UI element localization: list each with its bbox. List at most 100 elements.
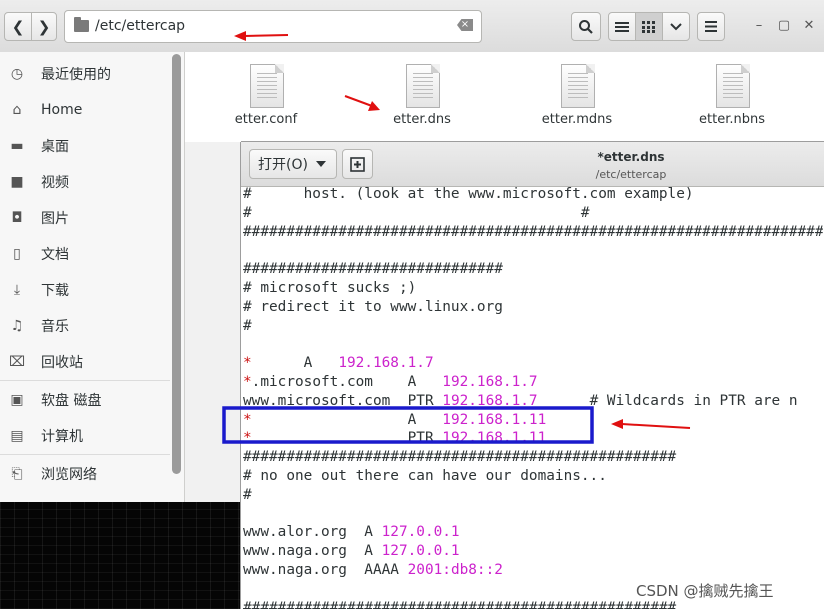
search-icon bbox=[579, 19, 593, 34]
location-path[interactable]: /etc/ettercap bbox=[95, 18, 185, 34]
text-editor-window: 打开(O) *etter.dns /etc/ettercap # host. (… bbox=[241, 142, 824, 609]
sidebar-item-label: 计算机 bbox=[41, 429, 83, 445]
sidebar-item-recent[interactable]: ◷ 最近使用的 bbox=[0, 60, 170, 88]
chevron-right-icon: ❯ bbox=[37, 17, 51, 36]
minimize-icon[interactable]: – bbox=[748, 14, 770, 36]
code-line: ########################################… bbox=[243, 599, 676, 609]
maximize-icon[interactable]: ▢ bbox=[773, 14, 795, 36]
code-line: # bbox=[243, 317, 252, 336]
sidebar-item-label: 浏览网络 bbox=[41, 467, 97, 483]
code-text: # host. (look at the www.microsoft.com e… bbox=[243, 186, 694, 202]
watermark: CSDN @擒贼先擒王 bbox=[636, 582, 774, 600]
back-button[interactable]: ❮ bbox=[4, 12, 32, 41]
sidebar-item-computer[interactable]: ▤ 计算机 bbox=[0, 422, 170, 450]
open-button[interactable]: 打开(O) bbox=[249, 149, 337, 179]
code-line: * A 192.168.1.11 bbox=[243, 411, 546, 430]
clear-icon[interactable]: × bbox=[457, 19, 473, 31]
sidebar-item-desktop[interactable]: ▬ 桌面 bbox=[0, 132, 170, 160]
sidebar-item-pictures[interactable]: ◘ 图片 bbox=[0, 204, 170, 232]
ip-address: 127.0.0.1 bbox=[381, 543, 460, 560]
network-icon: ⎗ bbox=[11, 466, 23, 482]
code-line: # bbox=[243, 486, 252, 505]
folder-icon: ▬ bbox=[10, 138, 24, 154]
wildcard-star: * bbox=[243, 374, 252, 390]
camera-icon: ◘ bbox=[11, 210, 23, 226]
header-bar: ❮ ❯ /etc/ettercap × – ▢ ✕ bbox=[0, 0, 824, 53]
code-line: ########################################… bbox=[243, 223, 823, 242]
code-text: # # bbox=[243, 204, 590, 221]
hamburger-icon bbox=[705, 21, 717, 32]
chevron-left-icon: ❮ bbox=[11, 17, 25, 36]
sidebar-divider bbox=[0, 380, 170, 381]
disk-icon: ▣ bbox=[10, 392, 24, 408]
sidebar-item-label: 视频 bbox=[41, 175, 69, 191]
file-item[interactable]: etter.dns bbox=[362, 60, 482, 136]
document-icon: ▯ bbox=[13, 246, 21, 262]
sidebar-item-label: 最近使用的 bbox=[41, 67, 111, 83]
sidebar-item-music[interactable]: ♫ 音乐 bbox=[0, 312, 170, 340]
file-item[interactable]: etter.conf bbox=[206, 60, 326, 136]
code-line: # no one out there can have our domains.… bbox=[243, 467, 607, 486]
code-text: www.alor.org A bbox=[243, 524, 382, 541]
sidebar-item-videos[interactable]: ■ 视频 bbox=[0, 168, 170, 196]
code-line: www.naga.org A 127.0.0.1 bbox=[243, 542, 460, 561]
sidebar-item-network[interactable]: ⎗ 浏览网络 bbox=[0, 460, 170, 488]
sidebar-item-trash[interactable]: ⌧ 回收站 bbox=[0, 348, 170, 376]
code-line: # # bbox=[243, 204, 590, 223]
close-icon[interactable]: ✕ bbox=[798, 14, 820, 36]
home-icon: ⌂ bbox=[12, 102, 22, 118]
code-line: # redirect it to www.linux.org bbox=[243, 298, 503, 317]
ip-address: 2001:db8::2 bbox=[407, 562, 503, 578]
text-file-icon bbox=[406, 64, 440, 108]
code-line: # microsoft sucks ;) bbox=[243, 279, 416, 298]
code-text: ########################################… bbox=[243, 223, 823, 240]
text-file-icon bbox=[561, 64, 595, 108]
text-file-icon bbox=[250, 64, 284, 108]
search-button[interactable] bbox=[571, 12, 601, 41]
code-line: www.naga.org AAAA 2001:db8::2 bbox=[243, 561, 503, 580]
sidebar-item-label: 下载 bbox=[41, 283, 69, 299]
wildcard-star: * bbox=[243, 430, 252, 447]
download-icon: ⤓ bbox=[13, 282, 21, 298]
file-grid: etter.conf etter.dns etter.mdns etter.nb… bbox=[185, 52, 824, 142]
code-text: A bbox=[251, 411, 443, 428]
ip-address: 192.168.1.11 bbox=[442, 430, 547, 447]
file-item[interactable]: etter.nbns bbox=[672, 60, 792, 136]
sidebar-item-documents[interactable]: ▯ 文档 bbox=[0, 240, 170, 268]
sidebar-item-label: 文档 bbox=[41, 247, 69, 263]
file-name: etter.dns bbox=[393, 112, 451, 127]
sidebar-item-downloads[interactable]: ⤓ 下载 bbox=[0, 276, 170, 304]
code-text: ########################################… bbox=[243, 449, 677, 466]
code-view[interactable]: # host. (look at the www.microsoft.com e… bbox=[243, 186, 823, 609]
sidebar-item-floppy[interactable]: ▣ 软盘 磁盘 bbox=[0, 386, 170, 414]
forward-button[interactable]: ❯ bbox=[31, 12, 57, 41]
editor-subtitle: /etc/ettercap bbox=[595, 168, 667, 181]
sidebar-item-label: 音乐 bbox=[41, 319, 69, 335]
sidebar-item-label: 软盘 磁盘 bbox=[41, 393, 102, 409]
code-text: # redirect it to www.linux.org bbox=[243, 298, 503, 315]
sidebar-item-home[interactable]: ⌂ Home bbox=[0, 96, 170, 124]
view-options-button[interactable] bbox=[662, 12, 690, 41]
list-view-button[interactable] bbox=[608, 12, 636, 41]
file-name: etter.mdns bbox=[541, 112, 613, 127]
sidebar-scrollbar[interactable] bbox=[172, 54, 181, 474]
location-bar[interactable]: /etc/ettercap × bbox=[64, 10, 482, 43]
code-text: # no one out there can have our domains.… bbox=[243, 468, 607, 484]
ip-address: 127.0.0.1 bbox=[381, 524, 460, 541]
grid-view-button[interactable] bbox=[635, 12, 663, 41]
code-line: *.microsoft.com A 192.168.1.7 bbox=[243, 373, 538, 392]
ip-address: 192.168.1.7 bbox=[442, 392, 538, 409]
sidebar-divider bbox=[0, 454, 170, 455]
code-text: # microsoft sucks ;) bbox=[243, 280, 417, 296]
wildcard-star: * bbox=[243, 411, 252, 428]
sidebar-item-label: Home bbox=[41, 102, 83, 118]
menu-button[interactable] bbox=[697, 12, 725, 41]
chevron-down-icon bbox=[315, 161, 326, 167]
file-item[interactable]: etter.mdns bbox=[517, 60, 637, 136]
code-text: www.naga.org AAAA bbox=[243, 562, 408, 578]
code-line: ########################################… bbox=[243, 448, 676, 467]
ip-address: 192.168.1.7 bbox=[338, 355, 434, 372]
video-icon: ■ bbox=[10, 174, 24, 190]
code-text: PTR bbox=[251, 430, 443, 447]
new-tab-button[interactable] bbox=[342, 149, 373, 179]
